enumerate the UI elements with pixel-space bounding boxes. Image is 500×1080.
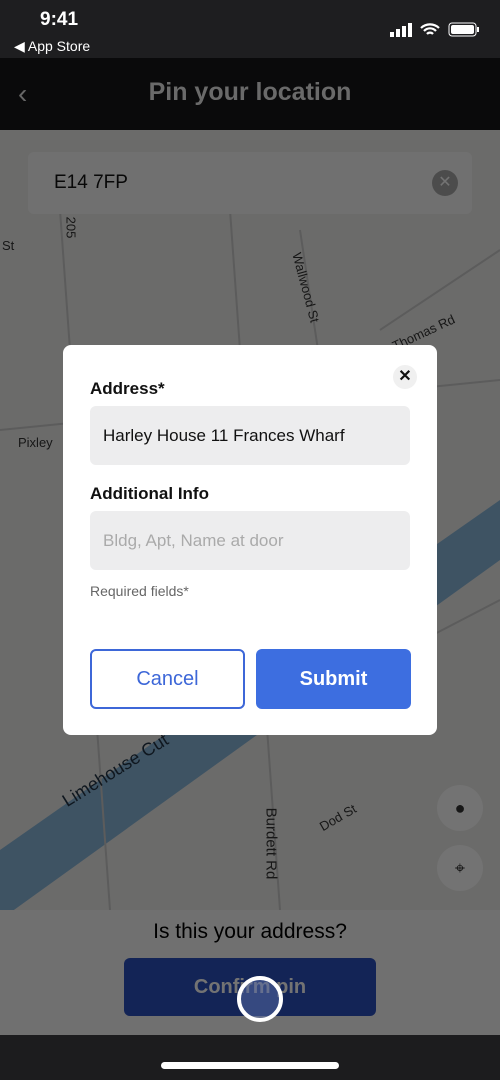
map-label: 205	[63, 216, 79, 239]
back-to-app-store[interactable]: ◀ App Store	[14, 38, 90, 55]
address-input[interactable]	[90, 406, 410, 465]
page-title: Pin your location	[148, 78, 352, 106]
close-icon[interactable]: ✕	[393, 365, 417, 389]
signal-icon	[390, 22, 412, 37]
address-label: Address*	[90, 379, 165, 398]
home-indicator[interactable]	[161, 1062, 339, 1069]
cancel-button[interactable]: Cancel	[90, 649, 245, 709]
confirm-pin-button[interactable]: Confirm pin	[124, 958, 376, 1016]
battery-icon	[448, 22, 479, 37]
postcode-search[interactable]: E14 7FP ✕	[28, 152, 472, 214]
additional-info-input[interactable]	[90, 511, 410, 570]
clock: 9:41	[40, 9, 79, 30]
globe-icon[interactable]: ●	[437, 785, 483, 831]
home-indicator-bar	[0, 1035, 500, 1080]
map-label: Burdett Rd	[262, 807, 280, 880]
locate-icon[interactable]: ⌖	[437, 845, 483, 891]
status-bar: 9:41 ◀ App Store	[0, 0, 500, 58]
submit-button[interactable]: Submit	[256, 649, 411, 709]
clear-icon[interactable]: ✕	[432, 170, 458, 196]
required-note: Required fields*	[90, 583, 189, 599]
wifi-icon	[420, 22, 440, 35]
search-value: E14 7FP	[54, 172, 128, 193]
nav-bar: ‹ Pin your location	[0, 58, 500, 130]
additional-info-label: Additional Info	[90, 484, 209, 503]
bottom-panel: Is this your address? Confirm pin	[0, 910, 500, 1035]
address-dialog: ✕ Address* Additional Info Required fiel…	[63, 345, 437, 735]
map-label: Pixley	[18, 435, 53, 450]
address-question: Is this your address?	[153, 920, 347, 943]
map-label: St	[2, 238, 15, 253]
